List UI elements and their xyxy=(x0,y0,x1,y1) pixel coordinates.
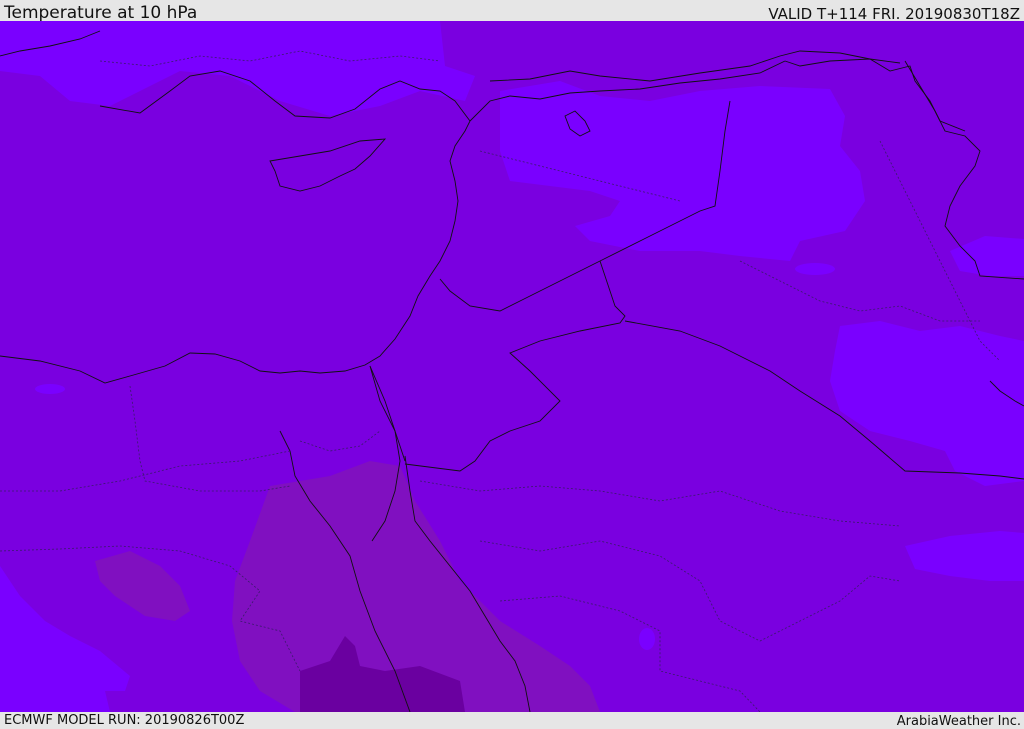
model-run-label: ECMWF MODEL RUN: 20190826T00Z xyxy=(4,713,245,728)
credit-label: ArabiaWeather Inc. xyxy=(896,714,1021,729)
cool-spot-iraq xyxy=(795,263,835,275)
cool-spot-saudi xyxy=(639,628,655,650)
header-bar: Temperature at 10 hPa VALID T+114 FRI. 2… xyxy=(0,0,1024,23)
footer-bar: ECMWF MODEL RUN: 20190826T00Z ArabiaWeat… xyxy=(0,712,1024,729)
map-canvas[interactable] xyxy=(0,21,1024,712)
map-title: Temperature at 10 hPa xyxy=(4,3,198,23)
map-svg xyxy=(0,21,1024,712)
cool-spot-libya xyxy=(35,384,65,394)
map-viewer: Temperature at 10 hPa VALID T+114 FRI. 2… xyxy=(0,0,1024,729)
